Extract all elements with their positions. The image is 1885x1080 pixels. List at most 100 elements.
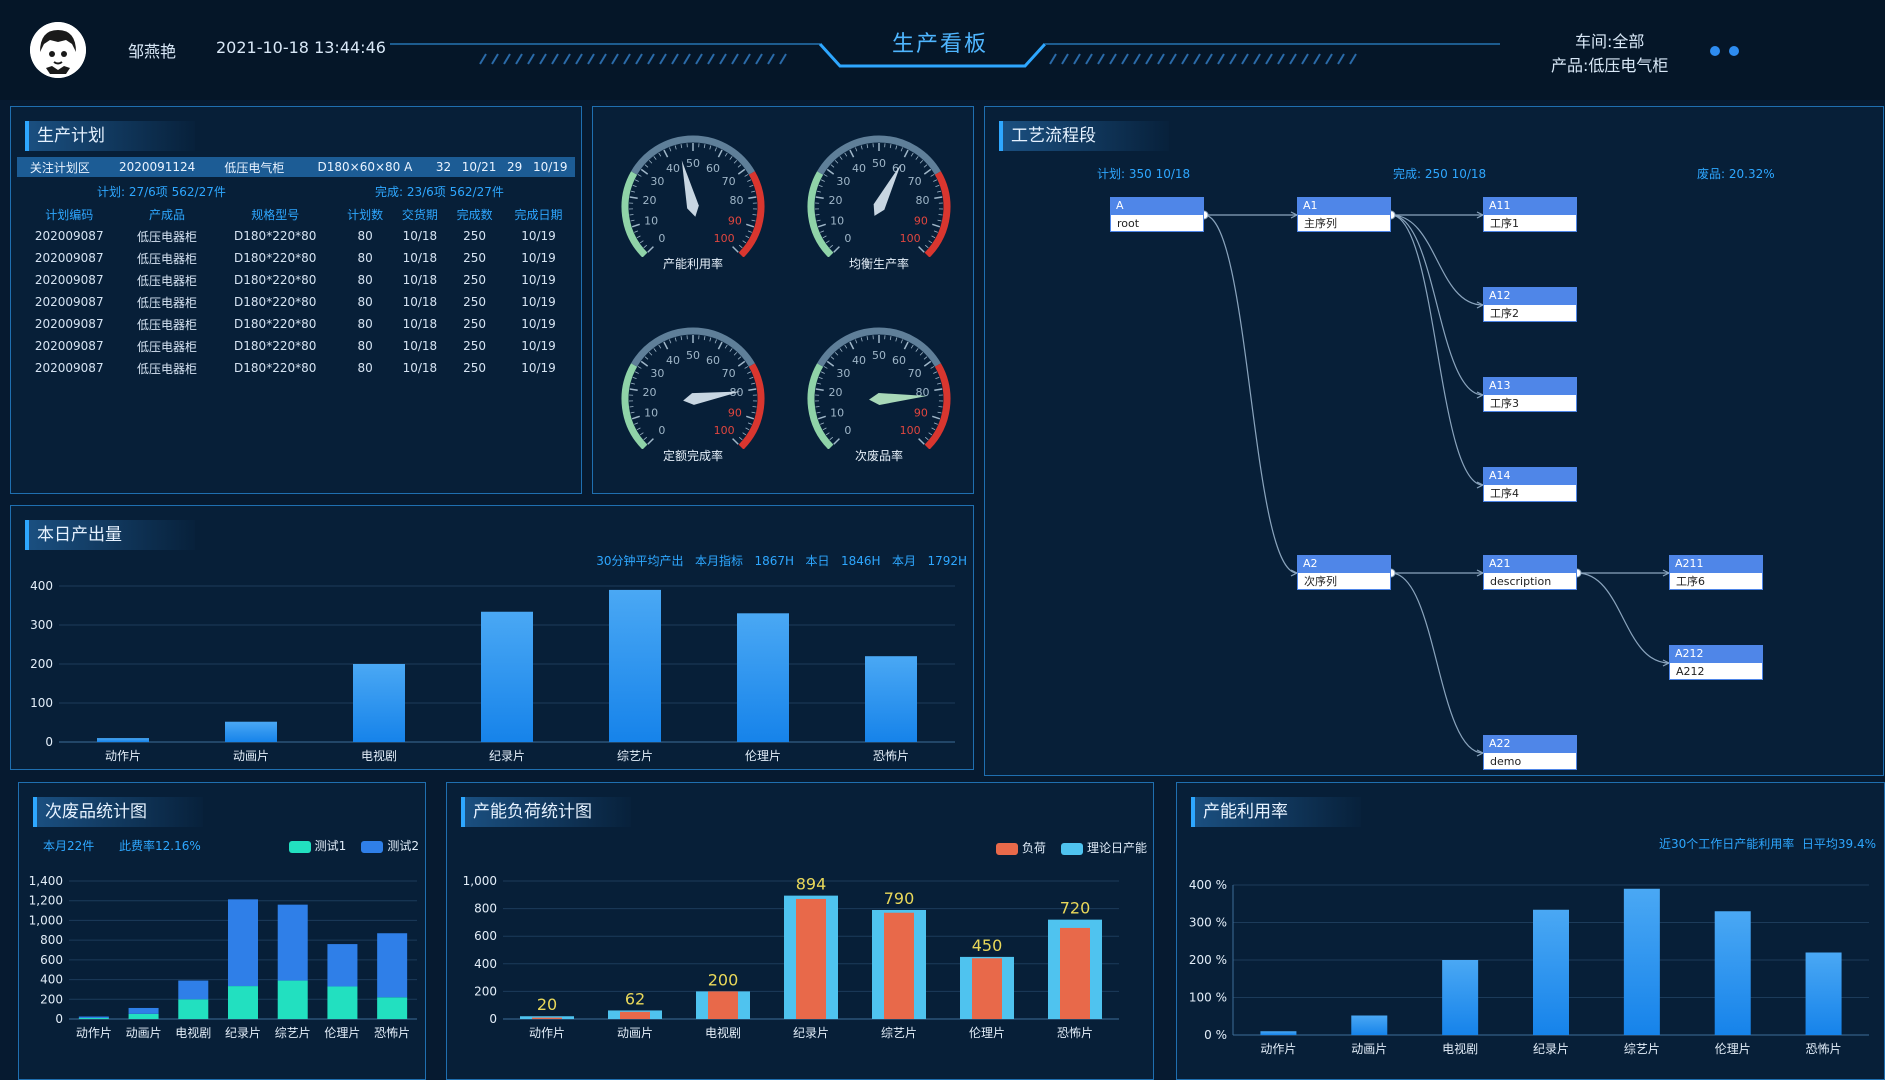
- table-row[interactable]: 202009087 低压电器柜 D180*220*80 80 10/18 250 10/19: [17, 335, 575, 357]
- bar-series1: [228, 986, 258, 1019]
- gauge-tick: [933, 371, 938, 374]
- hatch-mark: [1133, 53, 1141, 65]
- gauge-tick: [860, 145, 863, 150]
- gauge-tick: [822, 427, 827, 431]
- table-cell: 10/19: [521, 361, 556, 375]
- column-header[interactable]: 交货期: [393, 203, 448, 225]
- table-row[interactable]: 202009087 低压电器柜 D180*220*80 80 10/18 250 10/19: [17, 313, 575, 335]
- hatch-mark: [731, 53, 739, 65]
- menu-dot-icon[interactable]: [1710, 46, 1720, 56]
- gauge-tick: [648, 352, 653, 356]
- bar: [1714, 911, 1751, 1035]
- hatch-mark: [1313, 53, 1321, 65]
- x-tick-label: 伦理片: [324, 1025, 360, 1040]
- flow-node[interactable]: A211 工序6: [1669, 555, 1763, 592]
- bar-series1: [377, 997, 408, 1019]
- column-header[interactable]: 产成品: [121, 203, 212, 225]
- gauge-tick: [630, 411, 635, 414]
- hatch-mark: [719, 53, 727, 65]
- hatch-mark: [779, 53, 787, 65]
- table-cell: 250: [463, 295, 487, 309]
- table-cell: 10/18: [402, 273, 438, 287]
- gauge-tick: [931, 235, 936, 239]
- table-row[interactable]: 202009087 低压电器柜 D180*220*80 80 10/18 250 10/19: [17, 247, 575, 269]
- gauge-arc-high: [738, 171, 765, 258]
- product-filter[interactable]: 产品:低压电气柜: [1551, 52, 1668, 76]
- data-label: 894: [796, 875, 827, 894]
- y-tick-label: 400: [30, 579, 53, 593]
- gauge-tick-label: 50: [872, 157, 886, 170]
- gauge-tick: [829, 244, 834, 249]
- column-header[interactable]: 完成数: [447, 203, 502, 225]
- gauge-tick: [818, 376, 823, 380]
- flow-node[interactable]: A212 A212: [1669, 645, 1763, 682]
- gauge-arc-low: [807, 363, 834, 450]
- flow-node[interactable]: A13 工序3: [1483, 377, 1577, 414]
- legend-item[interactable]: 测试2: [361, 839, 419, 853]
- gauge-tick: [919, 352, 924, 356]
- flow-node[interactable]: A1 主序列: [1297, 197, 1391, 234]
- gauge-tick: [643, 244, 648, 249]
- table-row[interactable]: 202009087 低压电器柜 D180*220*80 80 10/18 250 10/19: [17, 291, 575, 313]
- gauge-tick: [910, 344, 914, 349]
- gauge-tick: [928, 240, 933, 244]
- legend-item[interactable]: 理论日产能: [1060, 841, 1147, 855]
- bar: [1351, 1015, 1388, 1035]
- hatch-mark: [527, 53, 535, 65]
- gauge-tick: [647, 246, 654, 253]
- highlight-row[interactable]: 关注计划区 2020091124 低压电气柜 D180×60×80 A 32 10/21 2…: [17, 157, 575, 177]
- gauge-tick: [669, 147, 672, 152]
- x-tick-label: 电视剧: [175, 1025, 211, 1040]
- column-header[interactable]: 计划数: [338, 203, 393, 225]
- flow-node[interactable]: A22 demo: [1483, 735, 1577, 772]
- table-row[interactable]: 202009087 低压电器柜 D180*220*80 80 10/18 250 10/19: [17, 357, 575, 379]
- x-tick-label: 动作片: [529, 1026, 565, 1040]
- table-cell: 10/19: [521, 339, 556, 353]
- node-id: A2: [1297, 555, 1391, 572]
- gauge-tick: [923, 356, 928, 360]
- flow-node[interactable]: A2 次序列: [1297, 555, 1391, 592]
- flow-node[interactable]: A21 description: [1483, 555, 1577, 592]
- gauge-tick: [634, 371, 639, 374]
- avatar[interactable]: [30, 22, 86, 78]
- table-cell: 202009087: [34, 295, 104, 309]
- table-row[interactable]: 202009087 低压电器柜 D180*220*80 80 10/18 250 10/19: [17, 225, 575, 247]
- flow-node[interactable]: A12 工序2: [1483, 287, 1577, 324]
- menu-dot-icon[interactable]: [1729, 46, 1739, 56]
- gauge-tick: [930, 174, 935, 177]
- bar-load: [796, 898, 826, 1019]
- user-name: 邹燕艳: [128, 42, 177, 61]
- highlight-cell: 关注计划区: [17, 157, 103, 177]
- gauge-tick: [733, 352, 738, 356]
- table-cell: 250: [463, 273, 487, 287]
- gauge-dial: 0102030405060708090100: [807, 327, 951, 450]
- flow-node[interactable]: A11 工序1: [1483, 197, 1577, 234]
- gauge-tick-label: 100: [900, 232, 921, 245]
- flow-node[interactable]: Aroot: [1110, 197, 1204, 234]
- bar: [865, 656, 917, 742]
- gauge-tick: [749, 376, 754, 380]
- column-header[interactable]: 规格型号: [213, 203, 338, 225]
- workshop-filter[interactable]: 车间:全部: [1575, 28, 1644, 52]
- table-row[interactable]: 202009087 低压电器柜 D180*220*80 80 10/18 250 10/19: [17, 269, 575, 291]
- gauge-tick-label: 30: [650, 367, 664, 380]
- load-legend: 负荷 理论日产能: [986, 837, 1147, 856]
- node-id: A14: [1483, 467, 1577, 484]
- column-header[interactable]: 计划编码: [17, 203, 121, 225]
- gauge-tick-label: 10: [644, 407, 658, 420]
- gauge-tick-label: 60: [706, 162, 720, 175]
- legend-item[interactable]: 测试1: [288, 839, 346, 853]
- util-bar-chart: 0 % 100 % 200 % 300 % 400 % 动作片 动画片 电视剧 纪录片 综艺片 伦理…: [1189, 878, 1869, 1056]
- legend-item[interactable]: 负荷: [995, 841, 1046, 855]
- y-tick-label: 800: [474, 902, 497, 916]
- gauge: 0 10 20 30 40 50 60 70 80 90 100 产能利用率: [613, 127, 773, 272]
- flow-node[interactable]: A14 工序4: [1483, 467, 1577, 504]
- output-panel: 本日产出量 30分钟平均产出 本月指标 1867H 本日 1846H 本月 17…: [10, 505, 974, 770]
- gauge-tick: [680, 144, 683, 149]
- defect-rate: 此费率12.16%: [119, 839, 201, 853]
- gauge-tick: [820, 179, 825, 182]
- gauge-tick: [746, 223, 755, 228]
- defect-title: 次废品统计图: [33, 797, 203, 827]
- gauge-tick: [742, 432, 747, 436]
- column-header[interactable]: 完成日期: [502, 203, 575, 225]
